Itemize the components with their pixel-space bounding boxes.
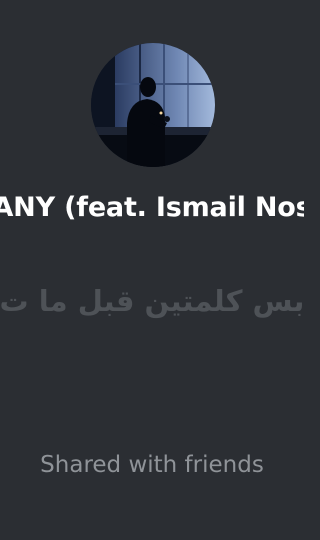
silhouette-window-icon — [91, 43, 215, 167]
song-title: ANY (feat. Ismail Nos — [0, 192, 304, 223]
share-card-screen: ANY (feat. Ismail Nos بس كلمتين قبل ما ت… — [0, 0, 304, 540]
artist-avatar — [91, 43, 215, 167]
shared-with-friends-label: Shared with friends — [40, 452, 264, 478]
lyric-line: بس كلمتين قبل ما ت — [0, 284, 304, 318]
